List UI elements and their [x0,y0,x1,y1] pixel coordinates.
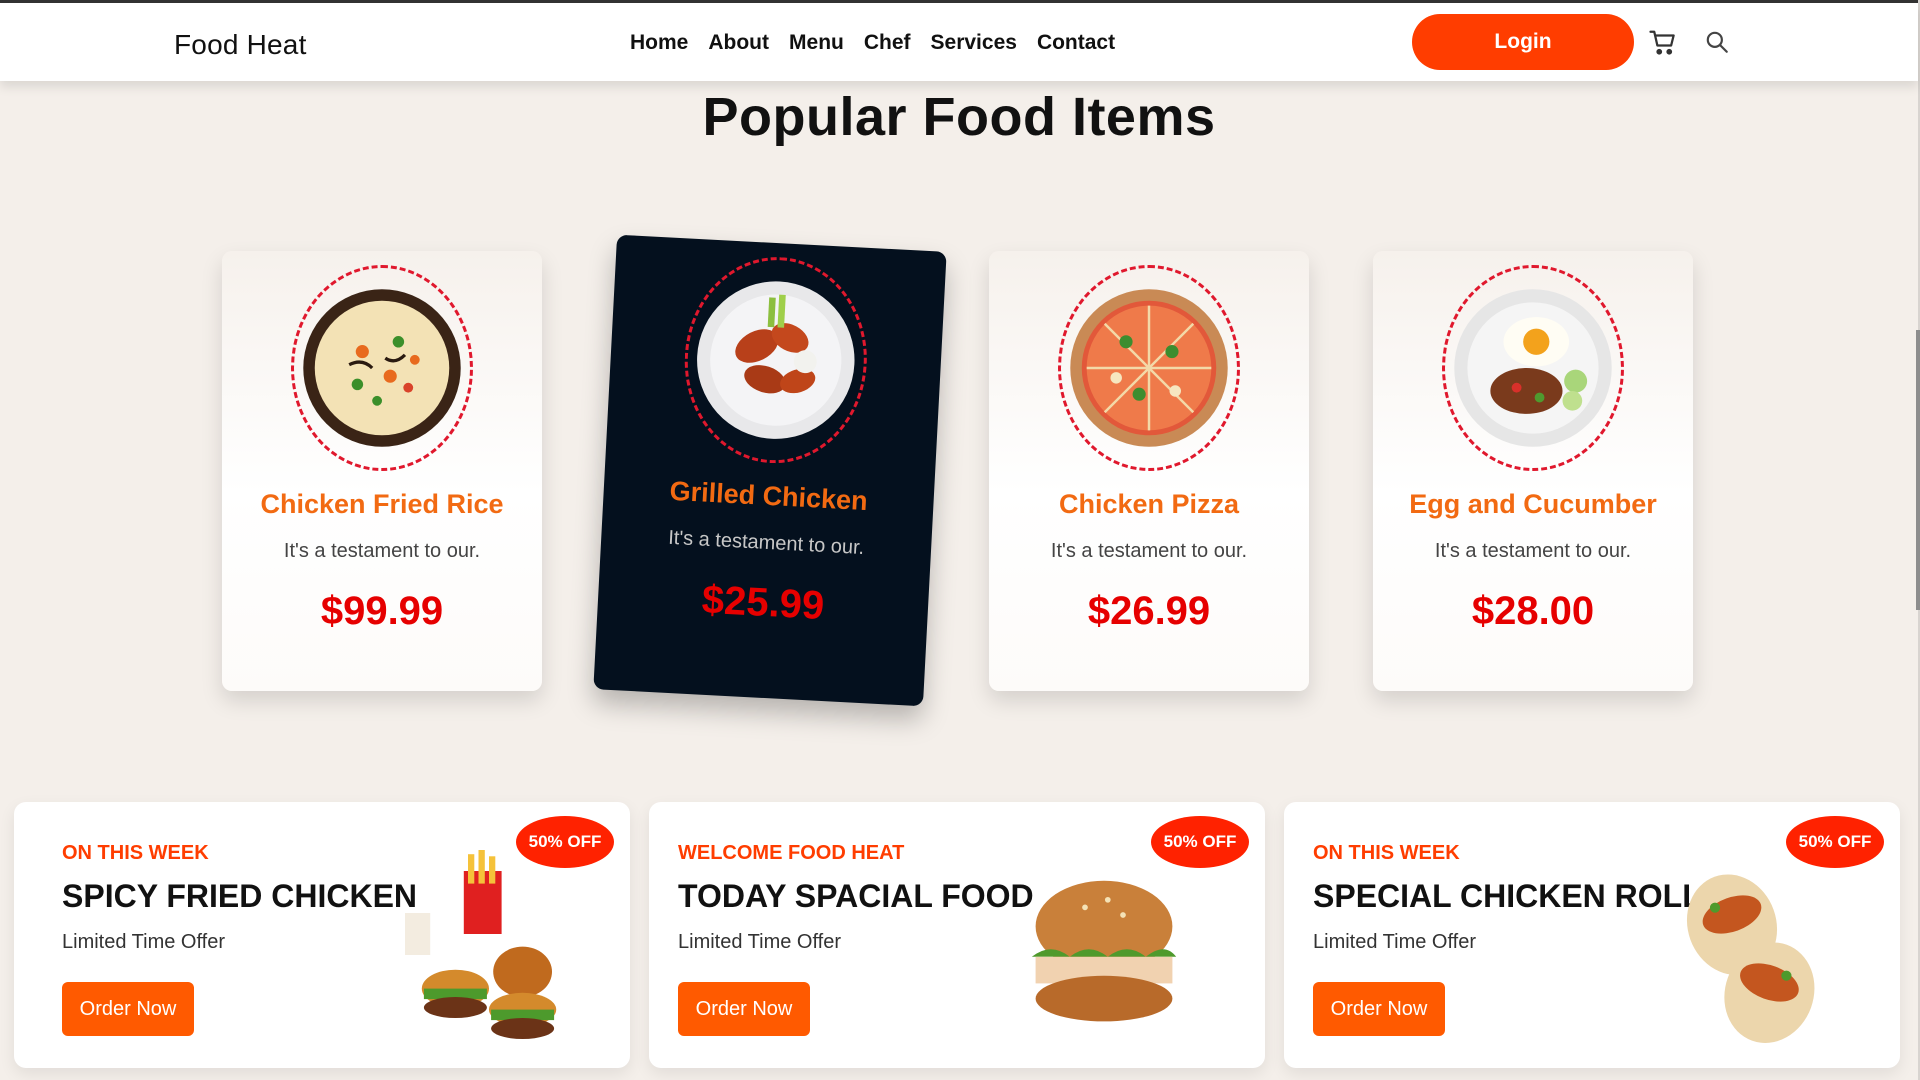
food-description: It's a testament to our. [667,526,865,560]
offer-kicker: ON THIS WEEK [1313,842,1460,864]
order-now-button[interactable]: Order Now [678,982,810,1036]
pizza-image [1070,289,1228,447]
food-description: It's a testament to our. [283,540,481,562]
food-name: Chicken Fried Rice [260,489,504,519]
main-nav: Home About Menu Chef Services Contact [630,31,1115,55]
offer-card: ON THIS WEEK SPECIAL CHICKEN ROLL Limite… [1284,802,1900,1068]
discount-badge: 50% OFF [1786,816,1884,868]
fried-rice-image [303,289,461,447]
food-price: $25.99 [700,577,826,628]
order-now-button[interactable]: Order Now [1313,982,1445,1036]
food-description: It's a testament to our. [1434,540,1632,562]
food-name: Egg and Cucumber [1409,489,1657,519]
offer-kicker: ON THIS WEEK [62,842,209,864]
cart-icon[interactable] [1648,28,1678,58]
grilled-chicken-image [697,281,855,439]
login-button[interactable]: Login [1412,14,1634,70]
food-card[interactable]: Chicken Pizza It's a testament to our. $… [989,251,1309,691]
order-now-button[interactable]: Order Now [62,982,194,1036]
offer-title: SPICY FRIED CHICKEN [62,878,418,914]
offer-title: SPECIAL CHICKEN ROLL [1313,878,1702,914]
nav-home[interactable]: Home [630,31,688,55]
food-name: Chicken Pizza [1058,489,1240,519]
search-icon[interactable] [1704,29,1730,55]
offer-subtitle: Limited Time Offer [678,931,842,953]
section-title: Popular Food Items [702,87,1216,147]
offer-kicker: WELCOME FOOD HEAT [678,842,905,864]
food-card-featured[interactable]: Grilled Chicken It's a testament to our.… [593,234,947,707]
offer-title: TODAY SPACIAL FOOD [678,878,1034,914]
brand-logo[interactable]: Food Heat [174,29,307,61]
nav-about[interactable]: About [708,31,769,55]
food-name: Grilled Chicken [668,475,869,517]
food-image-frame [291,265,473,471]
nav-chef[interactable]: Chef [864,31,911,55]
offer-subtitle: Limited Time Offer [62,931,226,953]
site-header: Food Heat Home About Menu Chef Services … [0,3,1918,81]
food-image-frame [1058,265,1240,471]
food-price: $28.00 [1471,589,1595,633]
nav-services[interactable]: Services [931,31,1017,55]
burger-combo-image [405,850,557,1039]
offer-card: WELCOME FOOD HEAT TODAY SPACIAL FOOD Lim… [649,802,1265,1068]
food-image-frame [1442,265,1624,471]
food-description: It's a testament to our. [1050,540,1248,562]
chicken-roll-image [1686,874,1815,1043]
egg-cucumber-image [1454,289,1612,447]
offer-subtitle: Limited Time Offer [1313,931,1477,953]
scrollbar-thumb[interactable] [1916,330,1920,610]
nav-menu[interactable]: Menu [789,31,844,55]
food-price: $99.99 [320,589,444,633]
offer-card: ON THIS WEEK SPICY FRIED CHICKEN Limited… [14,802,630,1068]
nav-contact[interactable]: Contact [1037,31,1115,55]
food-card[interactable]: Egg and Cucumber It's a testament to our… [1373,251,1693,691]
burger-image [1031,880,1177,1022]
food-card[interactable]: Chicken Fried Rice It's a testament to o… [222,251,542,691]
food-image-frame [679,252,873,468]
food-price: $26.99 [1087,589,1211,633]
